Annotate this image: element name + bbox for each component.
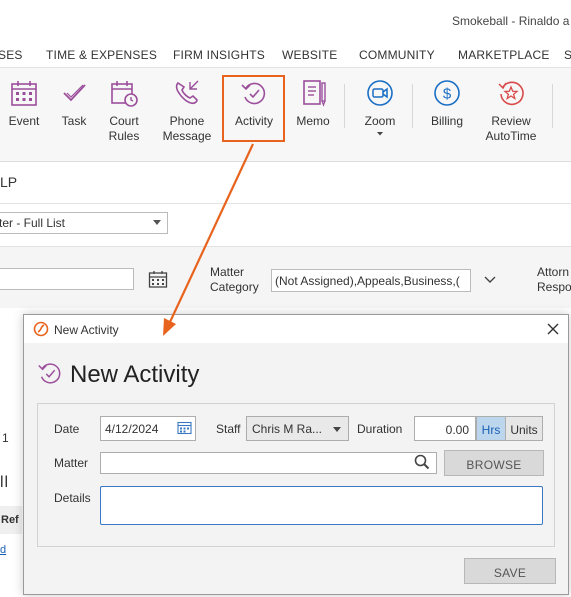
matter-label: Matter bbox=[54, 456, 89, 470]
calendar-icon[interactable] bbox=[177, 420, 192, 435]
matter-category-label-line2: Category bbox=[210, 280, 259, 294]
dropdown-arrow-icon bbox=[153, 220, 161, 225]
ribbon-toolbar: Event Task Court Rules Phone Message Act… bbox=[0, 68, 571, 162]
date-filter-input[interactable] bbox=[0, 268, 134, 290]
phone-message-label-line1: Phone bbox=[169, 114, 205, 128]
search-icon[interactable] bbox=[414, 454, 430, 470]
memo-notebook-icon bbox=[303, 80, 326, 107]
court-rules-label-line2: Rules bbox=[108, 129, 140, 143]
memo-label: Memo bbox=[296, 114, 330, 128]
event-label: Event bbox=[8, 114, 40, 128]
menu-item-firm-insights[interactable]: FIRM INSIGHTS bbox=[173, 48, 265, 62]
window-title: Smokeball - Rinaldo a bbox=[452, 14, 570, 28]
dialog-titlebar: New Activity bbox=[24, 315, 568, 343]
ref-column-header[interactable]: Ref bbox=[0, 506, 22, 534]
phone-message-label-line2: Message bbox=[162, 129, 212, 143]
dollar-circle-icon: $ bbox=[434, 80, 460, 106]
matter-header-row bbox=[0, 163, 571, 204]
calendar-icon[interactable] bbox=[148, 270, 168, 288]
matter-category-label: Matter Category bbox=[210, 265, 259, 295]
details-textarea[interactable] bbox=[100, 486, 543, 525]
phone-icon bbox=[175, 80, 199, 105]
activity-button-highlight bbox=[222, 75, 285, 142]
zoom-label: Zoom bbox=[364, 114, 396, 128]
review-autotime-label-line1: Review bbox=[491, 114, 531, 128]
chevron-down-icon[interactable] bbox=[484, 276, 496, 284]
ribbon-separator bbox=[344, 84, 345, 128]
save-button[interactable]: SAVE bbox=[464, 558, 556, 584]
staff-label: Staff bbox=[216, 422, 241, 436]
phone-message-button[interactable]: Phone Message bbox=[160, 78, 214, 144]
activity-history-icon bbox=[38, 363, 61, 384]
court-rules-calendar-icon bbox=[111, 81, 138, 107]
firm-name-fragment: LP bbox=[0, 174, 18, 190]
menu-item-community[interactable]: COMMUNITY bbox=[359, 48, 435, 62]
menu-item-overflow[interactable]: S bbox=[564, 48, 571, 62]
hrs-toggle-button[interactable]: Hrs bbox=[476, 416, 506, 441]
list-filter-value: ter - Full List bbox=[0, 216, 66, 230]
main-menu-bar: SES TIME & EXPENSES FIRM INSIGHTS WEBSIT… bbox=[0, 38, 571, 68]
matter-category-select[interactable]: (Not Assigned),Appeals,Business,( bbox=[271, 269, 471, 292]
billing-button[interactable]: $ Billing bbox=[427, 78, 467, 129]
attorney-label-line1: Attorn bbox=[537, 265, 570, 279]
new-activity-dialog: New Activity New Activity Date 4/12/2024… bbox=[23, 314, 569, 595]
grid-bars: ll bbox=[0, 474, 10, 491]
dropdown-arrow-icon bbox=[333, 427, 341, 432]
duration-label: Duration bbox=[357, 422, 403, 436]
task-check-icon bbox=[63, 84, 86, 102]
menu-item-marketplace[interactable]: MARKETPLACE bbox=[458, 48, 550, 62]
task-button[interactable]: Task bbox=[56, 78, 92, 129]
event-button[interactable]: Event bbox=[4, 78, 44, 129]
zoom-video-icon bbox=[367, 80, 393, 106]
court-rules-label-line1: Court bbox=[109, 114, 139, 128]
calendar-event-icon bbox=[11, 81, 37, 106]
staff-select[interactable]: Chris M Ra... bbox=[246, 416, 349, 441]
zoom-dropdown-caret-icon bbox=[377, 132, 383, 136]
dialog-title: New Activity bbox=[54, 323, 119, 337]
svg-text:$: $ bbox=[443, 86, 452, 103]
attorney-label-line2: Respo bbox=[537, 280, 571, 294]
menu-item-matters[interactable]: SES bbox=[0, 48, 23, 62]
matter-category-label-line1: Matter bbox=[210, 265, 245, 279]
ribbon-separator bbox=[412, 84, 413, 128]
zoom-button[interactable]: Zoom bbox=[360, 78, 400, 137]
staff-value: Chris M Ra... bbox=[252, 422, 323, 436]
ribbon-separator bbox=[552, 84, 553, 128]
memo-button[interactable]: Memo bbox=[293, 78, 333, 129]
court-rules-button[interactable]: Court Rules bbox=[104, 78, 144, 144]
list-filter-select[interactable]: ter - Full List bbox=[0, 212, 168, 234]
menu-item-website[interactable]: WEBSITE bbox=[282, 48, 337, 62]
autotime-clock-star-icon bbox=[498, 81, 524, 106]
grid-row-link[interactable]: d bbox=[0, 544, 6, 556]
grid-page-number: 1 bbox=[2, 431, 9, 445]
window-titlebar: Smokeball - Rinaldo a bbox=[0, 0, 571, 38]
review-autotime-label-line2: AutoTime bbox=[485, 129, 537, 143]
attorney-responsible-label: Attorn Respo bbox=[537, 265, 571, 295]
review-autotime-button[interactable]: Review AutoTime bbox=[483, 78, 539, 144]
menu-item-time-expenses[interactable]: TIME & EXPENSES bbox=[46, 48, 157, 62]
duration-field[interactable]: 0.00 bbox=[414, 416, 476, 441]
date-label: Date bbox=[54, 422, 80, 436]
smokeball-logo-icon bbox=[33, 321, 49, 337]
close-icon[interactable] bbox=[545, 321, 561, 337]
task-label: Task bbox=[61, 114, 87, 128]
details-label: Details bbox=[54, 491, 91, 505]
billing-label: Billing bbox=[430, 114, 463, 128]
dialog-heading: New Activity bbox=[70, 361, 200, 388]
matter-search-input[interactable] bbox=[100, 452, 437, 474]
units-toggle-button[interactable]: Units bbox=[506, 416, 543, 441]
browse-button[interactable]: BROWSE bbox=[444, 450, 544, 476]
